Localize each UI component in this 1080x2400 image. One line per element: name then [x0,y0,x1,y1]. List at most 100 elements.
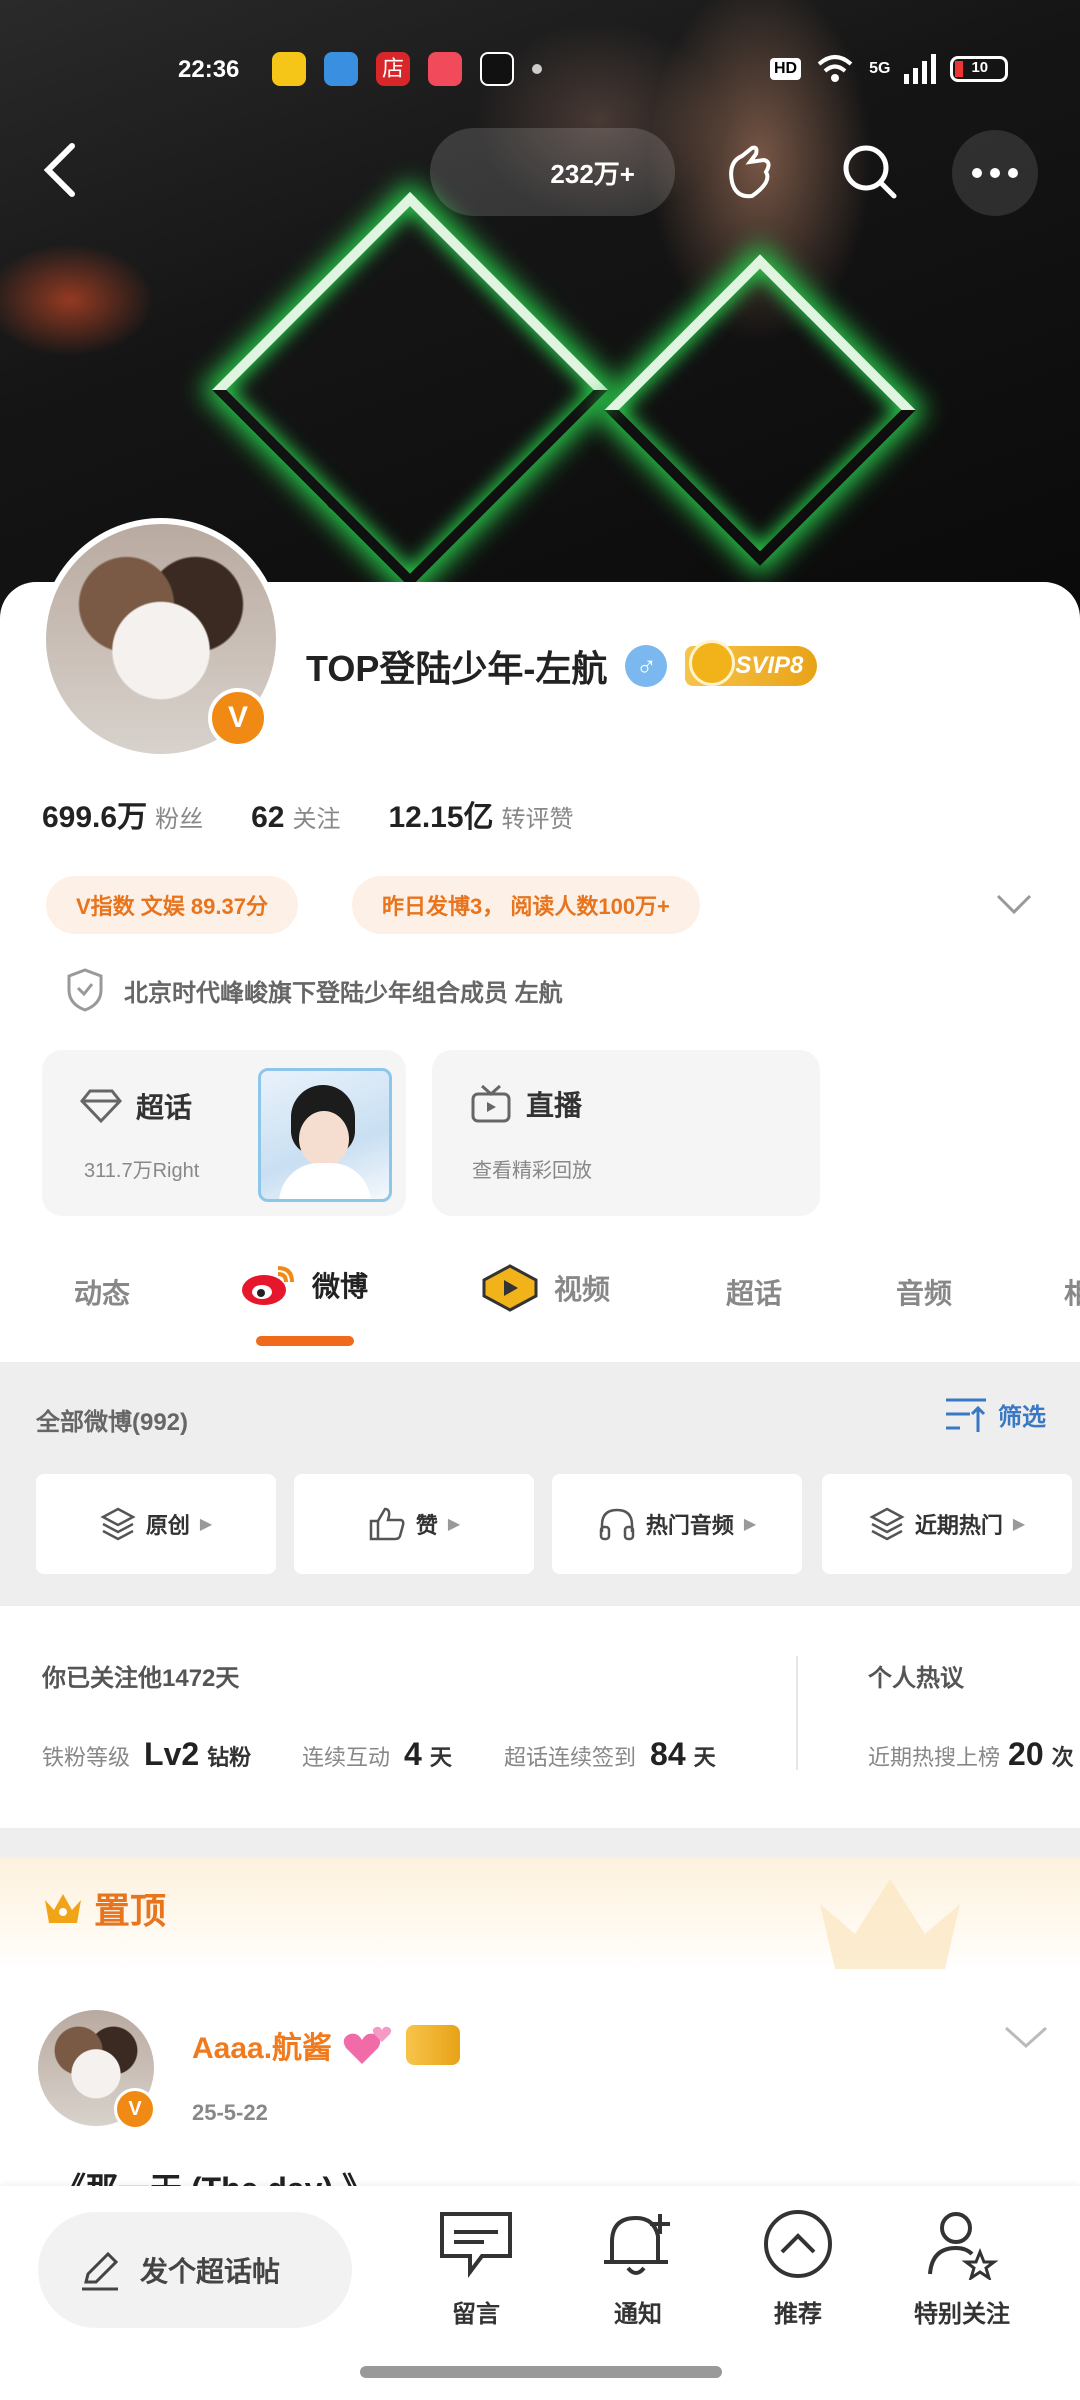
stat-interactions-value: 12.15亿 [388,801,494,834]
follow-days: 你已关注他1472天 [42,1665,240,1692]
activity-chip[interactable]: 昨日发博3， 阅读人数100万+ [352,876,700,934]
nav-notify[interactable]: 通知 [582,2208,694,2329]
post-author-row: Aaaa.航酱 [192,2022,461,2068]
profile-stats: 699.6万 粉丝 62 关注 12.15亿 转评赞 [42,792,574,836]
fan-level[interactable]: 铁粉等级 Lv2 钻粉 [42,1736,251,1773]
nav-recommend[interactable]: 推荐 [742,2208,854,2329]
chevron-down-icon [1004,2026,1048,2049]
signal-icon [904,54,937,84]
tab-dynamic[interactable]: 动态 [74,1272,130,1312]
hot-search-unit: 次 [1051,1745,1074,1770]
shield-icon [67,968,103,1012]
filter-hot-audio[interactable]: 热门音频 ▶ [552,1474,802,1574]
v-index-chip[interactable]: V指数 文娱 89.37分 [46,876,298,934]
hot-search-value: 20 [1008,1736,1044,1772]
search-icon [843,145,897,199]
interaction-unit: 天 [429,1745,452,1770]
crown-icon [45,1894,81,1923]
stat-following-value: 62 [251,801,285,834]
tab-photo[interactable]: 相 [1064,1272,1080,1312]
nav-comments[interactable]: 留言 [420,2208,532,2329]
search-button[interactable] [842,144,898,200]
compose-post-label: 发个超话帖 [140,2256,281,2287]
interaction-label: 连续互动 [302,1745,391,1770]
thumbnail-body [279,1163,371,1199]
filter-hot-audio-arrow-icon: ▶ [743,1516,757,1533]
stat-interactions-label: 转评赞 [501,806,574,833]
more-button[interactable] [952,130,1038,216]
more-dots-icon [972,168,1018,178]
stat-fans-value: 699.6万 [42,801,148,834]
profile-description-row: 北京时代峰峻旗下登陆少年组合成员 左航 [66,968,563,1012]
filter-recent-hot[interactable]: 近期热门 ▶ [822,1474,1072,1574]
profile-name: TOP登陆少年-左航 [306,648,608,689]
filter-original[interactable]: 原创 ▶ [36,1474,276,1574]
stat-interactions[interactable]: 12.15亿 转评赞 [388,792,573,836]
post-menu-button[interactable] [1004,2024,1048,2050]
banner-neon-shape-2 [604,254,916,566]
checkin-value: 84 [650,1736,686,1772]
status-time: 22:36 [178,56,240,83]
nav-special-follow-label: 特别关注 [914,2301,1010,2328]
live-card[interactable] [432,1050,820,1216]
nav-notify-label: 通知 [614,2301,662,2328]
svip-badge[interactable]: SVIP8 [685,640,818,686]
fan-club-button[interactable] [722,142,776,202]
back-arrow-icon [43,143,75,197]
interaction-value: 4 [404,1736,422,1772]
back-button[interactable] [40,140,80,200]
nav-special-follow[interactable]: 特别关注 [900,2208,1024,2329]
supertopic-title-row: 超话 [80,1086,192,1126]
tv-icon [471,1084,511,1123]
home-indicator[interactable] [360,2366,722,2378]
tab-video-label: 视频 [554,1274,611,1305]
chevron-down-icon [996,894,1032,915]
network-type: 5G [869,60,891,77]
thumbnail-face [299,1111,349,1167]
filter-liked[interactable]: 赞 ▶ [294,1474,534,1574]
fan-level-suffix: 钻粉 [207,1745,252,1770]
stat-following[interactable]: 62 关注 [251,799,340,835]
thumbs-up-icon [369,1507,405,1541]
post-text[interactable]: 《那一天 (The day) 》 [54,2164,374,2186]
verified-badge: V [208,688,268,748]
tab-video[interactable]: 视频 [480,1264,610,1312]
crown-icon [689,640,736,686]
sort-filter-icon [946,1398,986,1432]
filter-liked-label: 赞 [415,1513,438,1538]
followers-pill[interactable]: 232万+ [430,128,675,216]
checkin-unit: 天 [693,1745,716,1770]
hot-search-count: 近期热搜上榜 20 次 [868,1736,1080,1773]
tab-audio[interactable]: 音频 [896,1272,952,1312]
hot-search-label: 近期热搜上榜 [868,1745,1001,1770]
status-indicators: HD 5G 10 [770,54,1009,84]
fan-level-label: 铁粉等级 [42,1745,131,1770]
tab-weibo-label: 微博 [312,1271,369,1302]
posts-count: 全部微博(992) [36,1409,189,1436]
compose-post-button[interactable]: 发个超话帖 [38,2212,352,2328]
bell-plus-icon [604,2214,670,2275]
filter-original-label: 原创 [145,1513,190,1538]
message-bubble-icon [440,2212,512,2278]
stat-fans[interactable]: 699.6万 粉丝 [42,792,203,836]
section-separator [0,1828,1080,1858]
fan-info-divider [796,1656,798,1770]
live-title-row: 直播 [470,1084,582,1124]
tab-supertopic[interactable]: 超话 [726,1272,782,1312]
tab-weibo[interactable]: 微博 [240,1262,368,1308]
nav-recommend-label: 推荐 [774,2301,822,2328]
post-author-name[interactable]: Aaaa.航酱 [192,2023,332,2067]
nav-comments-label: 留言 [452,2301,500,2328]
expand-profile-button[interactable] [996,892,1032,916]
interaction-streak: 连续互动 4 天 [302,1736,452,1773]
profile-description: 北京时代峰峻旗下登陆少年组合成员 左航 [124,979,563,1007]
filter-recent-hot-label: 近期热门 [914,1513,1003,1538]
checkin-streak: 超话连续签到 84 天 [504,1736,716,1773]
hd-icon: HD [770,58,802,80]
hot-discussion-title[interactable]: 个人热议 [868,1658,964,1693]
weibo-logo-icon [242,1266,294,1305]
svip-label: SVIP8 [735,652,804,679]
live-subtitle: 查看精彩回放 [472,1160,592,1182]
profile-name-row: TOP登陆少年-左航 ♂ SVIP8 [306,640,818,692]
filter-button[interactable]: 筛选 [944,1394,1046,1434]
